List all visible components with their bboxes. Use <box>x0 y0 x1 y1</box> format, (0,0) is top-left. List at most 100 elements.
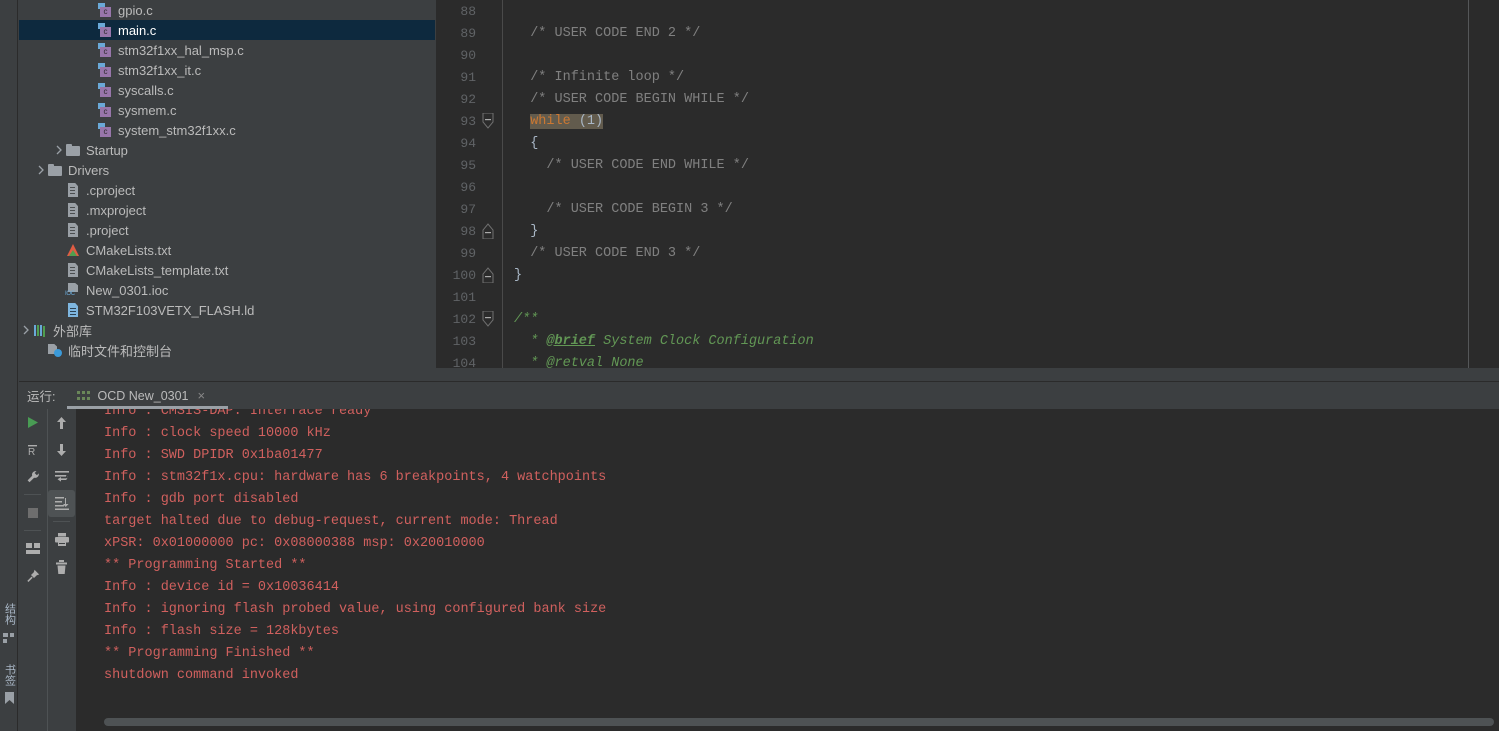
tree-row-label: 外部库 <box>49 321 92 340</box>
tree-row[interactable]: syscalls.c <box>19 80 435 100</box>
toolbar-separator-3 <box>53 521 70 522</box>
tree-row[interactable]: main.c <box>19 20 435 40</box>
tool-window-button-structure[interactable]: 结构 <box>0 601 18 656</box>
code-line[interactable]: 90 <box>436 44 1499 66</box>
c-file-icon <box>97 100 114 120</box>
tree-row-label: stm32f1xx_hal_msp.c <box>114 43 244 58</box>
tree-row-label: syscalls.c <box>114 83 174 98</box>
tool-strip-buttons: 结构 书签 <box>0 601 18 723</box>
code-line[interactable]: 100} <box>436 264 1499 286</box>
fold-close-icon[interactable] <box>476 264 502 286</box>
tree-chevron-placeholder <box>34 340 47 360</box>
console-line: ** Programming Started ** <box>76 555 1499 577</box>
code-line[interactable]: 103 * @brief System Clock Configuration <box>436 330 1499 352</box>
scroll-to-end-button[interactable] <box>48 490 75 517</box>
cmake-file-icon <box>65 240 82 260</box>
c-file-icon <box>97 80 114 100</box>
scroll-to-end-icon <box>55 497 69 510</box>
fold-open-icon[interactable] <box>476 308 502 330</box>
fold-placeholder <box>476 88 502 110</box>
tree-row[interactable]: system_stm32f1xx.c <box>19 120 435 140</box>
line-number: 98 <box>436 224 476 239</box>
tree-row[interactable]: Drivers <box>19 160 435 180</box>
bookmarks-label: 书签 <box>4 662 15 688</box>
code-editor[interactable]: 88 89 /* USER CODE END 2 */9091 /* Infini… <box>436 0 1499 368</box>
c-file-icon <box>97 60 114 80</box>
chevron-right-icon[interactable] <box>34 160 47 180</box>
chevron-right-icon[interactable] <box>52 140 65 160</box>
console-line: Info : flash size = 128kbytes <box>76 621 1499 643</box>
soft-wrap-button[interactable] <box>48 463 75 490</box>
fold-open-icon[interactable] <box>476 110 502 132</box>
code-line[interactable]: 94 { <box>436 132 1499 154</box>
tree-row[interactable]: sysmem.c <box>19 100 435 120</box>
tree-row[interactable]: 外部库 <box>19 320 435 340</box>
tree-row-label: gpio.c <box>114 3 153 18</box>
tree-row-label: STM32F103VETX_FLASH.ld <box>82 303 254 318</box>
code-token: * @retval None <box>514 356 644 369</box>
layout-button[interactable] <box>19 535 46 562</box>
code-line[interactable]: 97 /* USER CODE BEGIN 3 */ <box>436 198 1499 220</box>
code-text: /* USER CODE END WHILE */ <box>502 158 749 173</box>
code-line[interactable]: 93 while (1) <box>436 110 1499 132</box>
console-line: shutdown command invoked <box>76 665 1499 687</box>
tree-row[interactable]: Startup <box>19 140 435 160</box>
code-line[interactable]: 104 * @retval None <box>436 352 1499 368</box>
folder-icon <box>65 140 82 160</box>
code-token: @brief <box>546 334 595 349</box>
stop-button[interactable] <box>19 499 46 526</box>
code-line[interactable]: 98 } <box>436 220 1499 242</box>
clear-all-button[interactable] <box>48 553 75 580</box>
edit-configuration-button[interactable] <box>19 463 46 490</box>
code-line[interactable]: 99 /* USER CODE END 3 */ <box>436 242 1499 264</box>
console-output[interactable]: Info : CMSIS-DAP: Interface ready Info : … <box>76 409 1499 731</box>
rerun-failed-button[interactable]: R <box>19 436 46 463</box>
code-line[interactable]: 95 /* USER CODE END WHILE */ <box>436 154 1499 176</box>
layout-icon <box>26 543 40 554</box>
scroll-down-button[interactable] <box>48 436 75 463</box>
rerun-button[interactable] <box>19 409 46 436</box>
tree-row[interactable]: New_0301.ioc <box>19 280 435 300</box>
tree-row[interactable]: gpio.c <box>19 0 435 20</box>
code-line[interactable]: 102/** <box>436 308 1499 330</box>
scroll-up-button[interactable] <box>48 409 75 436</box>
tree-row[interactable]: CMakeLists.txt <box>19 240 435 260</box>
tree-row[interactable]: .project <box>19 220 435 240</box>
tree-row[interactable]: .cproject <box>19 180 435 200</box>
tree-row[interactable]: STM32F103VETX_FLASH.ld <box>19 300 435 320</box>
tree-row[interactable]: stm32f1xx_it.c <box>19 60 435 80</box>
tree-row[interactable]: CMakeLists_template.txt <box>19 260 435 280</box>
tree-chevron-placeholder <box>52 260 65 280</box>
left-tool-strip: 结构 书签 <box>0 0 18 731</box>
console-tab-ocd[interactable]: OCD New_0301 × <box>67 382 211 409</box>
tool-window-button-bookmarks[interactable]: 书签 <box>0 662 18 717</box>
code-token <box>514 114 530 129</box>
pin-tab-button[interactable] <box>19 562 46 589</box>
tree-row[interactable]: .mxproject <box>19 200 435 220</box>
console-line: Info : ignoring flash probed value, usin… <box>76 599 1499 621</box>
code-line[interactable]: 89 /* USER CODE END 2 */ <box>436 22 1499 44</box>
code-line[interactable]: 92 /* USER CODE BEGIN WHILE */ <box>436 88 1499 110</box>
tree-row-label: .project <box>82 223 129 238</box>
project-tree[interactable]: gpio.c main.c stm32f1xx_hal_msp.c stm32f1xx… <box>19 0 435 380</box>
toolbar-separator <box>24 494 41 495</box>
run-icon <box>26 416 39 429</box>
console-horizontal-scrollbar[interactable] <box>104 718 1494 726</box>
console-line: Info : device id = 0x10036414 <box>76 577 1499 599</box>
line-number: 88 <box>436 4 476 19</box>
close-icon[interactable]: × <box>198 391 206 401</box>
code-line[interactable]: 88 <box>436 0 1499 22</box>
code-line[interactable]: 91 /* Infinite loop */ <box>436 66 1499 88</box>
line-number: 102 <box>436 312 476 327</box>
print-button[interactable] <box>48 526 75 553</box>
code-token: } <box>514 224 538 239</box>
tree-row[interactable]: stm32f1xx_hal_msp.c <box>19 40 435 60</box>
console-line: Info : CMSIS-DAP: Interface ready <box>76 409 1499 423</box>
tree-row[interactable]: 临时文件和控制台 <box>19 340 435 360</box>
code-line[interactable]: 101 <box>436 286 1499 308</box>
chevron-right-icon[interactable] <box>19 320 32 340</box>
bookmarks-icon <box>4 691 15 709</box>
code-line[interactable]: 96 <box>436 176 1499 198</box>
fold-close-icon[interactable] <box>476 220 502 242</box>
tree-row-label: Drivers <box>64 163 109 178</box>
